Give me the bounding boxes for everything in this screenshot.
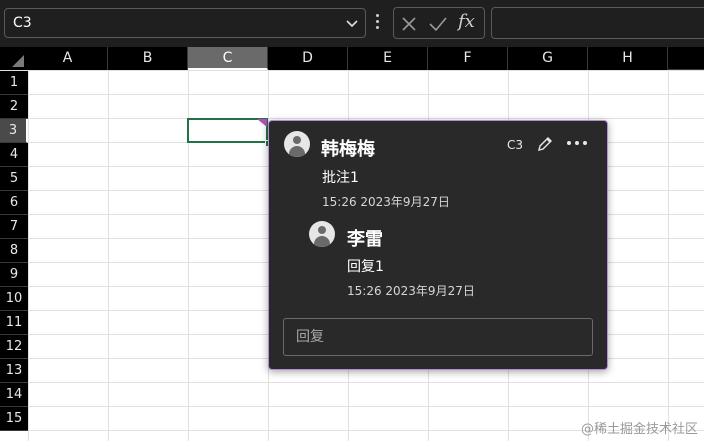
select-all-corner[interactable] <box>0 47 28 70</box>
row-header-5[interactable]: 5 <box>0 167 28 191</box>
column-header-g[interactable]: G <box>508 47 588 70</box>
comment-body: 批注1 <box>322 170 359 186</box>
name-box[interactable]: C3 <box>4 8 366 38</box>
row-header-2[interactable]: 2 <box>0 95 28 119</box>
chevron-down-icon[interactable] <box>345 16 359 30</box>
select-all-icon <box>12 55 24 67</box>
comment-author: 韩梅梅 <box>321 139 375 160</box>
row-header-12[interactable]: 12 <box>0 335 28 359</box>
edit-icon[interactable] <box>535 134 555 154</box>
more-options-icon[interactable] <box>567 141 589 147</box>
row-header-8[interactable]: 8 <box>0 239 28 263</box>
comment-timestamp: 15:26 2023年9月27日 <box>322 195 450 209</box>
row-header-14[interactable]: 14 <box>0 383 28 407</box>
column-header-a[interactable]: A <box>28 47 108 70</box>
reply-timestamp: 15:26 2023年9月27日 <box>347 284 475 298</box>
column-header-h[interactable]: H <box>588 47 668 70</box>
column-header-b[interactable]: B <box>108 47 188 70</box>
comment-cell-ref: C3 <box>507 138 524 152</box>
row-header-15[interactable]: 15 <box>0 407 28 431</box>
formula-bar-area: C3 fx <box>0 0 704 47</box>
row-header-11[interactable]: 11 <box>0 311 28 335</box>
reply-input[interactable] <box>283 318 593 356</box>
row-header-3[interactable]: 3 <box>0 119 28 143</box>
name-box-value: C3 <box>13 15 32 31</box>
row-header-1[interactable]: 1 <box>0 71 28 95</box>
watermark: @稀土掘金技术社区 <box>580 422 698 437</box>
reply-body: 回复1 <box>347 259 384 275</box>
more-options-icon[interactable] <box>376 14 380 32</box>
column-header-e[interactable]: E <box>348 47 428 70</box>
column-header-f[interactable]: F <box>428 47 508 70</box>
row-header-4[interactable]: 4 <box>0 143 28 167</box>
close-icon[interactable] <box>400 15 418 33</box>
active-cell[interactable] <box>187 118 268 143</box>
avatar <box>284 131 310 157</box>
row-header-13[interactable]: 13 <box>0 359 28 383</box>
reply-author: 李雷 <box>347 229 383 250</box>
formula-input[interactable] <box>491 7 704 39</box>
check-icon[interactable] <box>428 15 448 33</box>
row-header-7[interactable]: 7 <box>0 215 28 239</box>
column-header-d[interactable]: D <box>268 47 348 70</box>
insert-function-button[interactable]: fx <box>458 11 475 32</box>
row-header-6[interactable]: 6 <box>0 191 28 215</box>
row-header-10[interactable]: 10 <box>0 287 28 311</box>
comment-indicator[interactable] <box>257 119 267 127</box>
avatar <box>309 221 335 247</box>
column-header-c[interactable]: C <box>188 47 268 70</box>
row-header-9[interactable]: 9 <box>0 263 28 287</box>
formula-controls: fx <box>393 7 485 39</box>
comment-thread-card: 韩梅梅 C3 批注1 15:26 2023年9月27日 李雷 回复1 15:26… <box>268 120 608 370</box>
